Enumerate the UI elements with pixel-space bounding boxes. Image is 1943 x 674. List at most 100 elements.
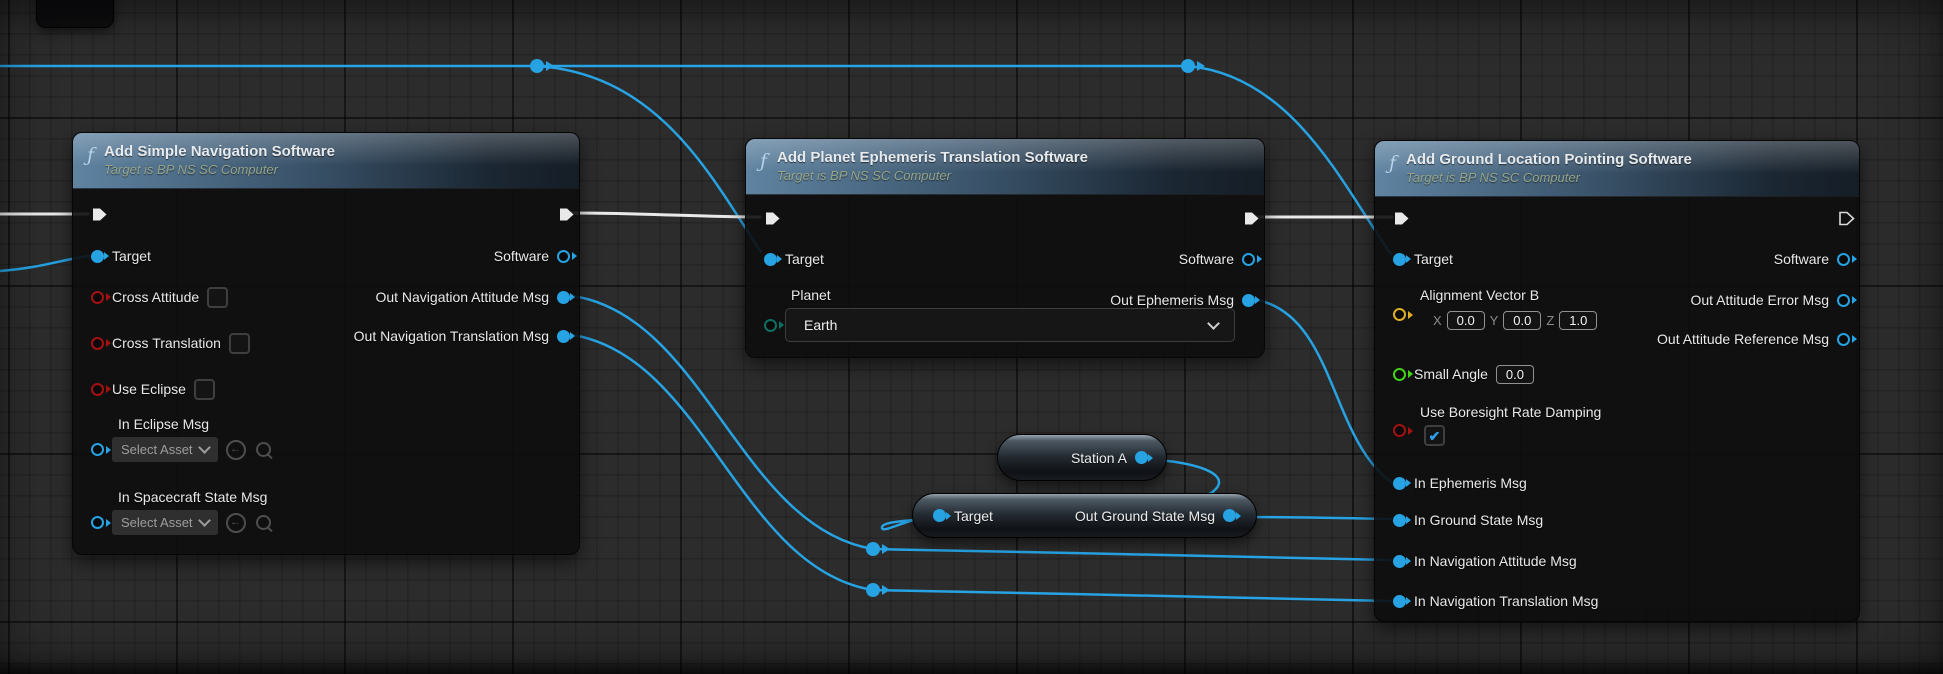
node-title: Add Ground Location Pointing Software [1406,151,1692,170]
function-icon: ƒ [760,150,767,172]
planet-dropdown-value: Earth [804,317,837,333]
small-angle-input[interactable]: 0.0 [1496,365,1534,384]
use-eclipse-checkbox[interactable] [194,379,215,400]
offscreen-node-fragment [36,0,114,28]
pin-label: Out Attitude Error Msg [1691,292,1830,308]
target-pin[interactable] [1393,253,1406,266]
blueprint-graph-canvas[interactable]: ƒ Add Simple Navigation Software Target … [0,0,1943,674]
chevron-down-icon [1207,317,1220,330]
in-eclipse-msg-pin[interactable] [91,443,104,456]
pin-row-target: Target [764,246,824,272]
asset-select-dropdown[interactable]: Select Asset [112,437,218,462]
node-add-ground-location-pointing-software[interactable]: ƒ Add Ground Location Pointing Software … [1374,140,1860,622]
wire-ephemeris [1258,300,1391,482]
exec-in-pin[interactable] [1393,210,1410,227]
cross-attitude-pin[interactable] [91,291,104,304]
out-attitude-error-msg-pin[interactable] [1837,294,1850,307]
in-eclipse-msg-group: In Eclipse Msg Select Asset ← [91,416,271,462]
reroute-node[interactable] [866,542,880,556]
vector-z-input[interactable]: 1.0 [1559,311,1597,330]
browse-asset-icon[interactable] [256,442,271,457]
reroute-node[interactable] [530,59,544,73]
cross-translation-pin[interactable] [91,337,104,350]
in-navigation-attitude-msg-pin[interactable] [1393,555,1406,568]
node-header[interactable]: ƒ Add Planet Ephemeris Translation Softw… [746,139,1264,195]
node-station-a[interactable]: Station A [997,434,1167,481]
station-a-label: Station A [1071,450,1127,466]
use-selected-asset-icon[interactable]: ← [226,513,246,533]
pin-label: In Ground State Msg [1414,512,1543,528]
planet-pin[interactable] [764,319,777,332]
node-header[interactable]: ƒ Add Ground Location Pointing Software … [1375,141,1859,197]
node-subtitle: Target is BP NS SC Computer [1406,170,1692,186]
node-title: Add Planet Ephemeris Translation Softwar… [777,149,1088,168]
use-selected-asset-icon[interactable]: ← [226,440,246,460]
vector-y-input[interactable]: 0.0 [1503,311,1541,330]
node-header[interactable]: ƒ Add Simple Navigation Software Target … [73,133,579,189]
pin-label: Software [1179,251,1234,267]
out-navigation-translation-pin[interactable] [557,330,570,343]
station-a-output-pin[interactable] [1135,451,1148,464]
pin-label: Software [494,248,549,264]
out-navigation-attitude-pin[interactable] [557,291,570,304]
use-boresight-rate-damping-pin[interactable] [1393,424,1406,437]
pin-label: In Ephemeris Msg [1414,475,1527,491]
pin-row-out-nav-attitude: Out Navigation Attitude Msg [375,284,570,310]
pin-row-out-attitude-reference: Out Attitude Reference Msg [1657,326,1850,352]
pin-label: Out Navigation Attitude Msg [375,289,549,305]
out-attitude-reference-msg-pin[interactable] [1837,333,1850,346]
software-pin[interactable] [1837,253,1850,266]
pin-row-in-nav-attitude: In Navigation Attitude Msg [1393,548,1577,574]
wire-nav-translation [573,335,1391,601]
chevron-down-icon [198,514,211,527]
exec-out-pin[interactable] [558,206,575,223]
in-ephemeris-msg-pin[interactable] [1393,477,1406,490]
node-title: Add Simple Navigation Software [104,143,335,162]
cross-attitude-checkbox[interactable] [207,287,228,308]
ground-state-target-pin[interactable] [933,509,946,522]
exec-in-pin[interactable] [91,206,108,223]
planet-dropdown[interactable]: Earth [785,308,1235,342]
planet-group: Planet Earth [764,287,1235,342]
browse-asset-icon[interactable] [256,515,271,530]
out-ephemeris-msg-pin[interactable] [1242,294,1255,307]
software-pin[interactable] [1242,253,1255,266]
alignment-vector-group: Alignment Vector B X 0.0 Y 0.0 Z 1.0 [1393,287,1597,330]
node-add-simple-navigation-software[interactable]: ƒ Add Simple Navigation Software Target … [72,132,580,555]
use-eclipse-pin[interactable] [91,383,104,396]
exec-out-pin[interactable] [1838,210,1855,227]
in-spacecraft-state-msg-pin[interactable] [91,516,104,529]
cross-translation-checkbox[interactable] [229,333,250,354]
pin-label: Alignment Vector B [1420,287,1597,303]
exec-in-pin[interactable] [764,210,781,227]
exec-out-row [1243,205,1260,231]
pin-label: Planet [791,287,1235,303]
use-boresight-checkbox[interactable]: ✔ [1424,425,1445,446]
reroute-node[interactable] [1181,59,1195,73]
node-add-planet-ephemeris-translation-software[interactable]: ƒ Add Planet Ephemeris Translation Softw… [745,138,1265,358]
pin-label: Out Navigation Translation Msg [354,328,549,344]
in-ground-state-msg-pin[interactable] [1393,514,1406,527]
in-spacecraft-state-msg-group: In Spacecraft State Msg Select Asset ← [91,489,271,535]
small-angle-pin[interactable] [1393,368,1406,381]
out-ground-state-msg-pin[interactable] [1223,509,1236,522]
asset-select-dropdown[interactable]: Select Asset [112,510,218,535]
exec-out-row [1838,205,1855,231]
asset-select-label: Select Asset [121,515,193,530]
pin-row-in-ground-state: In Ground State Msg [1393,507,1543,533]
reroute-node[interactable] [866,583,880,597]
pin-row-use-eclipse: Use Eclipse [91,376,215,402]
pin-row-out-nav-translation: Out Navigation Translation Msg [354,323,570,349]
vector-x-input[interactable]: 0.0 [1447,311,1485,330]
alignment-vector-b-pin[interactable] [1393,308,1406,321]
exec-out-row [558,201,575,227]
target-pin[interactable] [764,253,777,266]
pin-row-software: Software [1179,246,1255,272]
exec-out-pin[interactable] [1243,210,1260,227]
node-ground-state[interactable]: Target Out Ground State Msg [912,493,1257,538]
in-navigation-translation-msg-pin[interactable] [1393,595,1406,608]
target-pin[interactable] [91,250,104,263]
checkmark-icon: ✔ [1429,429,1441,443]
software-pin[interactable] [557,250,570,263]
pin-row-cross-translation: Cross Translation [91,330,250,356]
